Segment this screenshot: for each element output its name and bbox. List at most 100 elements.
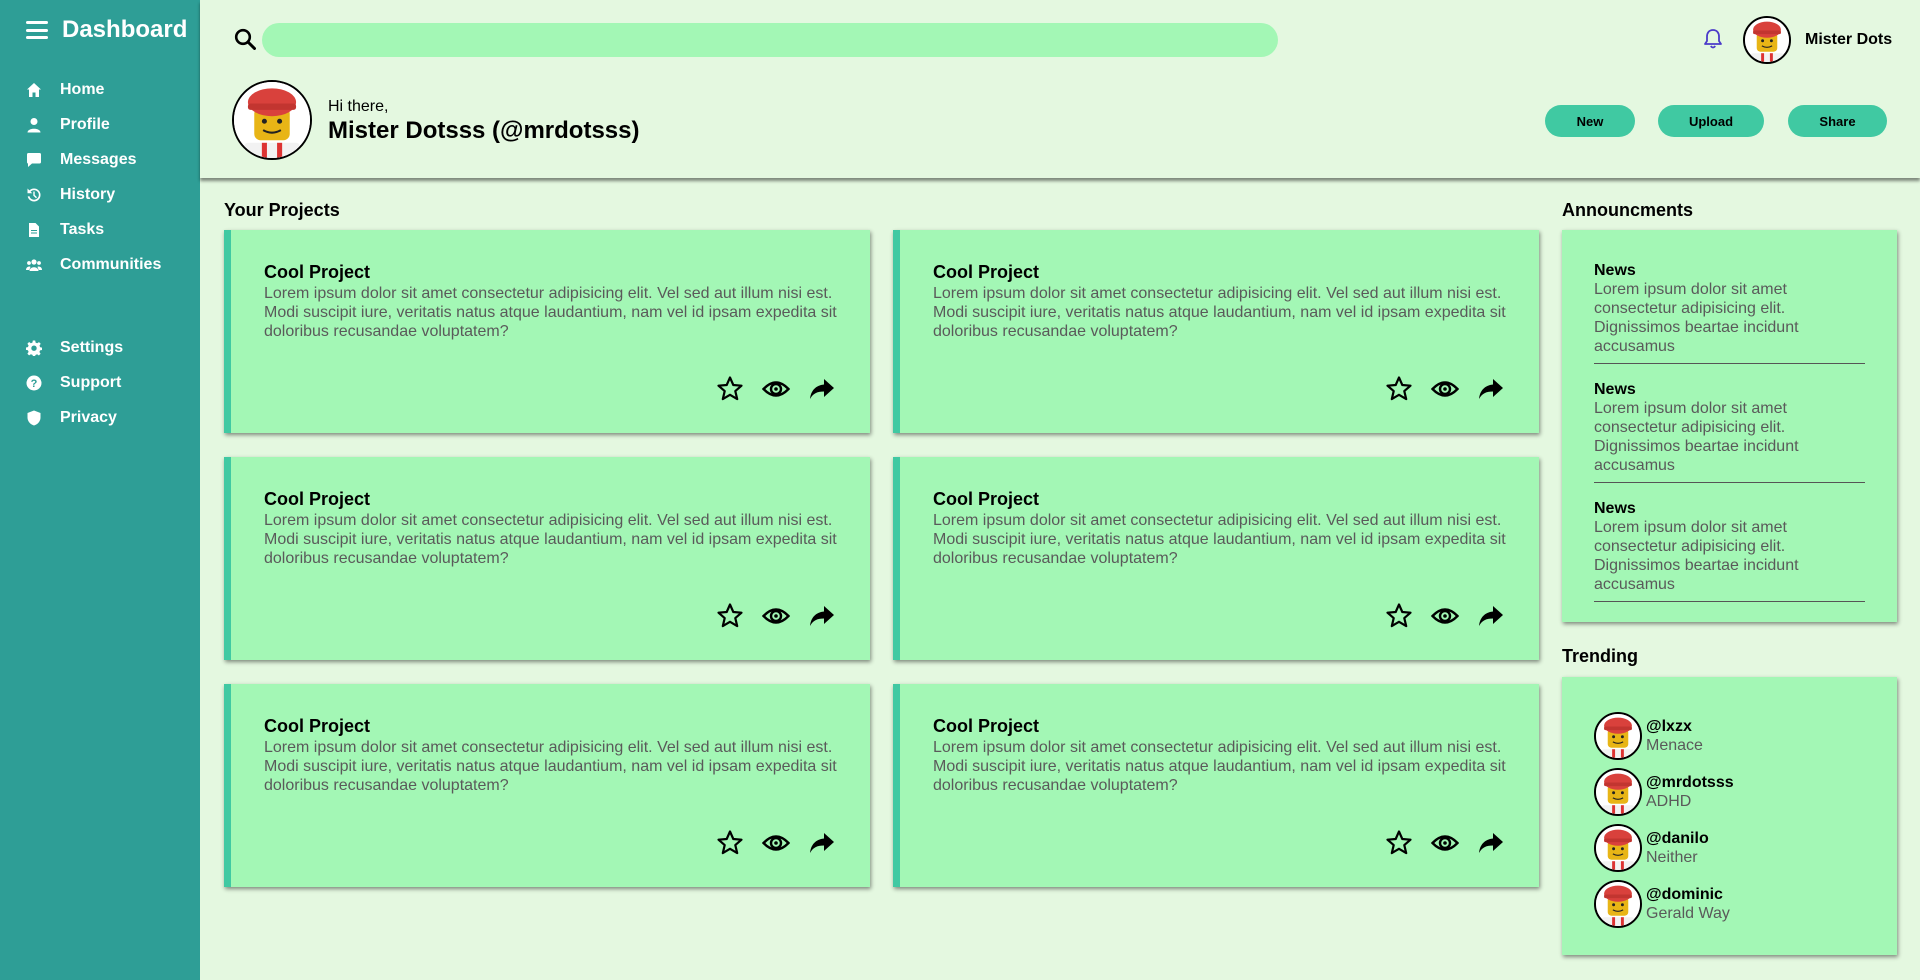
trending-user[interactable]: @mrdotsss ADHD [1594,764,1897,820]
share-icon[interactable] [1477,375,1505,403]
project-actions [1385,375,1505,403]
trending-heading: Trending [1562,646,1638,666]
trending-handle: @dominic [1646,886,1723,903]
user-icon [27,117,41,132]
project-card[interactable]: Cool Project Lorem ipsum dolor sit amet c… [224,457,870,660]
sidebar-nav: Home Profile Messages History Tasks Comm… [0,72,200,282]
share-icon[interactable] [808,375,836,403]
project-title: Cool Project [933,489,1040,509]
announcements-panel: News Lorem ipsum dolor sit amet consecte… [1562,230,1897,622]
share-icon[interactable] [808,829,836,857]
projects-heading: Your Projects [224,200,340,220]
sidebar-item-tasks[interactable]: Tasks [0,212,200,247]
sidebar-item-history[interactable]: History [0,177,200,212]
trending-desc: Gerald Way [1646,905,1730,922]
share-icon[interactable] [1477,602,1505,630]
header: Mister Dots Hi there, Mister Dotsss (@mr… [200,0,1920,178]
project-description: Lorem ipsum dolor sit amet consectetur a… [933,739,1506,794]
eye-icon[interactable] [761,829,791,857]
trending-user[interactable]: @lxzx Menace [1594,708,1897,764]
bell-icon[interactable] [1702,28,1724,50]
upload-button[interactable]: Upload [1658,105,1764,137]
eye-icon[interactable] [761,602,791,630]
sidebar-item-label: Home [60,80,105,98]
project-card[interactable]: Cool Project Lorem ipsum dolor sit amet c… [224,230,870,433]
share-button[interactable]: Share [1788,105,1887,137]
star-icon[interactable] [716,602,744,630]
sidebar-item-support[interactable]: ? Support [0,365,200,400]
trending-avatar [1594,824,1642,872]
sidebar: Dashboard Home Profile Messages History … [0,0,200,980]
profile-avatar [232,80,312,160]
sidebar-item-label: Communities [60,255,162,273]
sidebar-header: Dashboard [0,0,200,60]
sidebar-title: Dashboard [62,16,188,43]
project-card[interactable]: Cool Project Lorem ipsum dolor sit amet c… [893,457,1539,660]
news-item[interactable]: News Lorem ipsum dolor sit amet consecte… [1594,483,1865,602]
trending-desc: Menace [1646,737,1703,754]
file-icon [29,222,39,237]
trending-avatar [1594,768,1642,816]
project-title: Cool Project [264,489,371,509]
new-button[interactable]: New [1545,105,1635,137]
sidebar-item-messages[interactable]: Messages [0,142,200,177]
project-card[interactable]: Cool Project Lorem ipsum dolor sit amet c… [893,230,1539,433]
project-actions [716,375,836,403]
history-icon [27,187,41,201]
share-icon[interactable] [1477,829,1505,857]
eye-icon[interactable] [761,375,791,403]
users-icon [26,258,42,271]
sidebar-item-privacy[interactable]: Privacy [0,400,200,435]
project-description: Lorem ipsum dolor sit amet consectetur a… [933,512,1506,567]
trending-user[interactable]: @dominic Gerald Way [1594,876,1897,932]
sidebar-item-label: Messages [60,150,137,168]
sidebar-item-label: Settings [60,338,124,356]
project-card[interactable]: Cool Project Lorem ipsum dolor sit amet c… [893,684,1539,887]
home-icon [27,82,41,97]
hamburger-menu-icon[interactable] [26,21,48,39]
news-text: Lorem ipsum dolor sit amet consectetur a… [1594,519,1799,593]
trending-avatar [1594,880,1642,928]
star-icon[interactable] [1385,602,1413,630]
sidebar-item-label: Profile [60,115,110,133]
star-icon[interactable] [1385,375,1413,403]
news-item[interactable]: News Lorem ipsum dolor sit amet consecte… [1594,364,1865,483]
news-text: Lorem ipsum dolor sit amet consectetur a… [1594,400,1799,474]
help-icon: ? [26,375,42,390]
user-name[interactable]: Mister Dots [1805,31,1892,49]
project-description: Lorem ipsum dolor sit amet consectetur a… [264,512,837,567]
avatar-image [1596,826,1640,870]
trending-desc: ADHD [1646,793,1692,810]
eye-icon[interactable] [1430,602,1460,630]
sidebar-item-communities[interactable]: Communities [0,247,200,282]
share-icon[interactable] [808,602,836,630]
avatar-image [1596,770,1640,814]
news-item[interactable]: News Lorem ipsum dolor sit amet consecte… [1594,230,1865,364]
news-title: News [1594,500,1636,517]
trending-user[interactable]: @danilo Neither [1594,820,1897,876]
search-icon[interactable] [234,28,256,50]
avatar-image [1596,882,1640,926]
trending-handle: @mrdotsss [1646,774,1734,791]
news-title: News [1594,262,1636,279]
announcements-heading: Announcments [1562,200,1694,220]
project-title: Cool Project [264,262,371,282]
sidebar-item-settings[interactable]: Settings [0,330,200,365]
trending-panel: @lxzx Menace @mrdotsss ADHD @danilo Neit… [1562,677,1897,955]
eye-icon[interactable] [1430,375,1460,403]
sidebar-item-profile[interactable]: Profile [0,107,200,142]
news-text: Lorem ipsum dolor sit amet consectetur a… [1594,281,1799,355]
project-card[interactable]: Cool Project Lorem ipsum dolor sit amet c… [224,684,870,887]
news-title: News [1594,381,1636,398]
project-actions [716,602,836,630]
project-title: Cool Project [933,262,1040,282]
star-icon[interactable] [716,375,744,403]
sidebar-item-home[interactable]: Home [0,72,200,107]
search-input[interactable] [262,23,1278,57]
star-icon[interactable] [716,829,744,857]
eye-icon[interactable] [1430,829,1460,857]
profile-full-name: Mister Dotsss (@mrdotsss) [328,117,640,144]
star-icon[interactable] [1385,829,1413,857]
user-avatar[interactable] [1743,16,1791,64]
